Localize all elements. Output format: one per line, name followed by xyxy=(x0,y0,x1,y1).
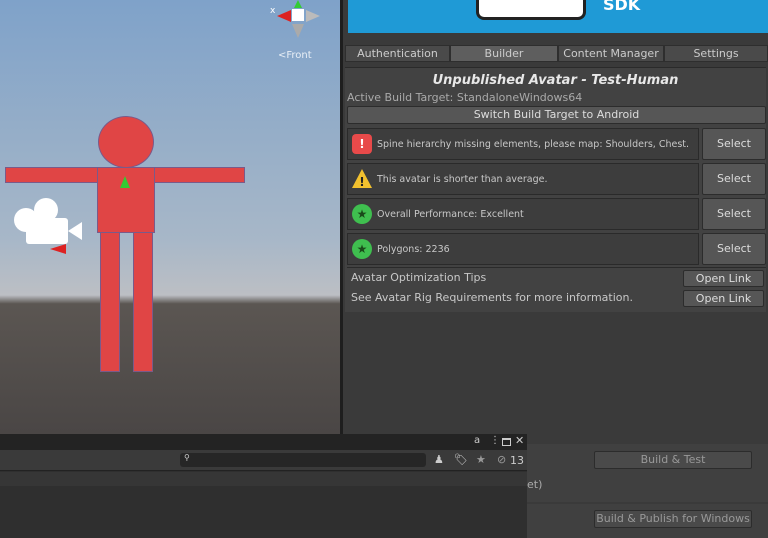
search-input[interactable]: ⚲ xyxy=(180,453,426,467)
partial-label: et) xyxy=(527,478,543,491)
warning-icon: ! xyxy=(352,169,372,189)
avatar-head xyxy=(98,116,154,168)
message-row: ! Spine hierarchy missing elements, plea… xyxy=(347,128,699,160)
camera-icon[interactable] xyxy=(14,198,86,246)
sdk-banner: SDK xyxy=(348,0,768,33)
message-text: Polygons: 2236 xyxy=(377,243,450,255)
select-button[interactable]: Select xyxy=(702,233,766,265)
favorites-star-icon[interactable]: ★ xyxy=(476,453,486,466)
message-row: ★ Polygons: 2236 xyxy=(347,233,699,265)
message-row: ★ Overall Performance: Excellent xyxy=(347,198,699,230)
close-icon[interactable]: ✕ xyxy=(515,434,524,447)
project-window: a ⋮ ✕ ⚲ ♟ 🏷 ★ ⊘ 13 xyxy=(0,434,527,538)
ok-star-icon: ★ xyxy=(352,239,372,259)
tab-builder[interactable]: Builder xyxy=(450,45,558,62)
open-link-button[interactable]: Open Link xyxy=(683,290,764,307)
tab-content-manager[interactable]: Content Manager xyxy=(558,45,664,62)
search-icon: ⚲ xyxy=(184,453,190,462)
gizmo-x-label: x xyxy=(270,6,276,16)
build-and-publish-button[interactable]: Build & Publish for Windows xyxy=(594,510,752,528)
tip-text: Avatar Optimization Tips xyxy=(351,271,487,284)
scene-gizmo[interactable]: x xyxy=(270,0,326,40)
tab-authentication[interactable]: Authentication xyxy=(345,45,450,62)
message-text: This avatar is shorter than average. xyxy=(377,173,548,185)
error-icon: ! xyxy=(352,134,372,154)
vrchat-logo xyxy=(476,0,586,20)
message-row: ! This avatar is shorter than average. xyxy=(347,163,699,195)
open-link-button[interactable]: Open Link xyxy=(683,270,764,287)
maximize-icon[interactable] xyxy=(502,438,511,446)
tip-text: See Avatar Rig Requirements for more inf… xyxy=(351,291,633,304)
avatar-title: Unpublished Avatar - Test-Human xyxy=(432,73,679,88)
switch-build-target-button[interactable]: Switch Build Target to Android xyxy=(347,106,766,124)
message-text: Spine hierarchy missing elements, please… xyxy=(377,138,690,150)
more-menu-icon[interactable]: ⋮ xyxy=(490,435,500,446)
avatar-model[interactable] xyxy=(0,0,260,390)
view-label[interactable]: <Front xyxy=(278,50,312,61)
build-target-label: Active Build Target: StandaloneWindows64 xyxy=(347,91,583,104)
banner-suffix: SDK xyxy=(603,0,641,14)
build-and-test-button[interactable]: Build & Test xyxy=(594,451,752,469)
hidden-packages-icon[interactable]: ⊘ xyxy=(497,453,506,466)
lock-icon[interactable]: a xyxy=(474,435,480,446)
avatar-leg-left xyxy=(100,232,120,372)
tab-settings[interactable]: Settings xyxy=(664,45,768,62)
select-button[interactable]: Select xyxy=(702,163,766,195)
message-text: Overall Performance: Excellent xyxy=(377,208,524,220)
select-button[interactable]: Select xyxy=(702,198,766,230)
ok-star-icon: ★ xyxy=(352,204,372,224)
avatar-leg-right xyxy=(133,232,153,372)
select-button[interactable]: Select xyxy=(702,128,766,160)
filter-by-type-icon[interactable]: ♟ xyxy=(434,453,444,466)
scene-view[interactable]: x <Front xyxy=(0,0,340,434)
hidden-count: 13 xyxy=(510,454,524,467)
filter-by-label-icon[interactable]: 🏷 xyxy=(454,453,468,466)
